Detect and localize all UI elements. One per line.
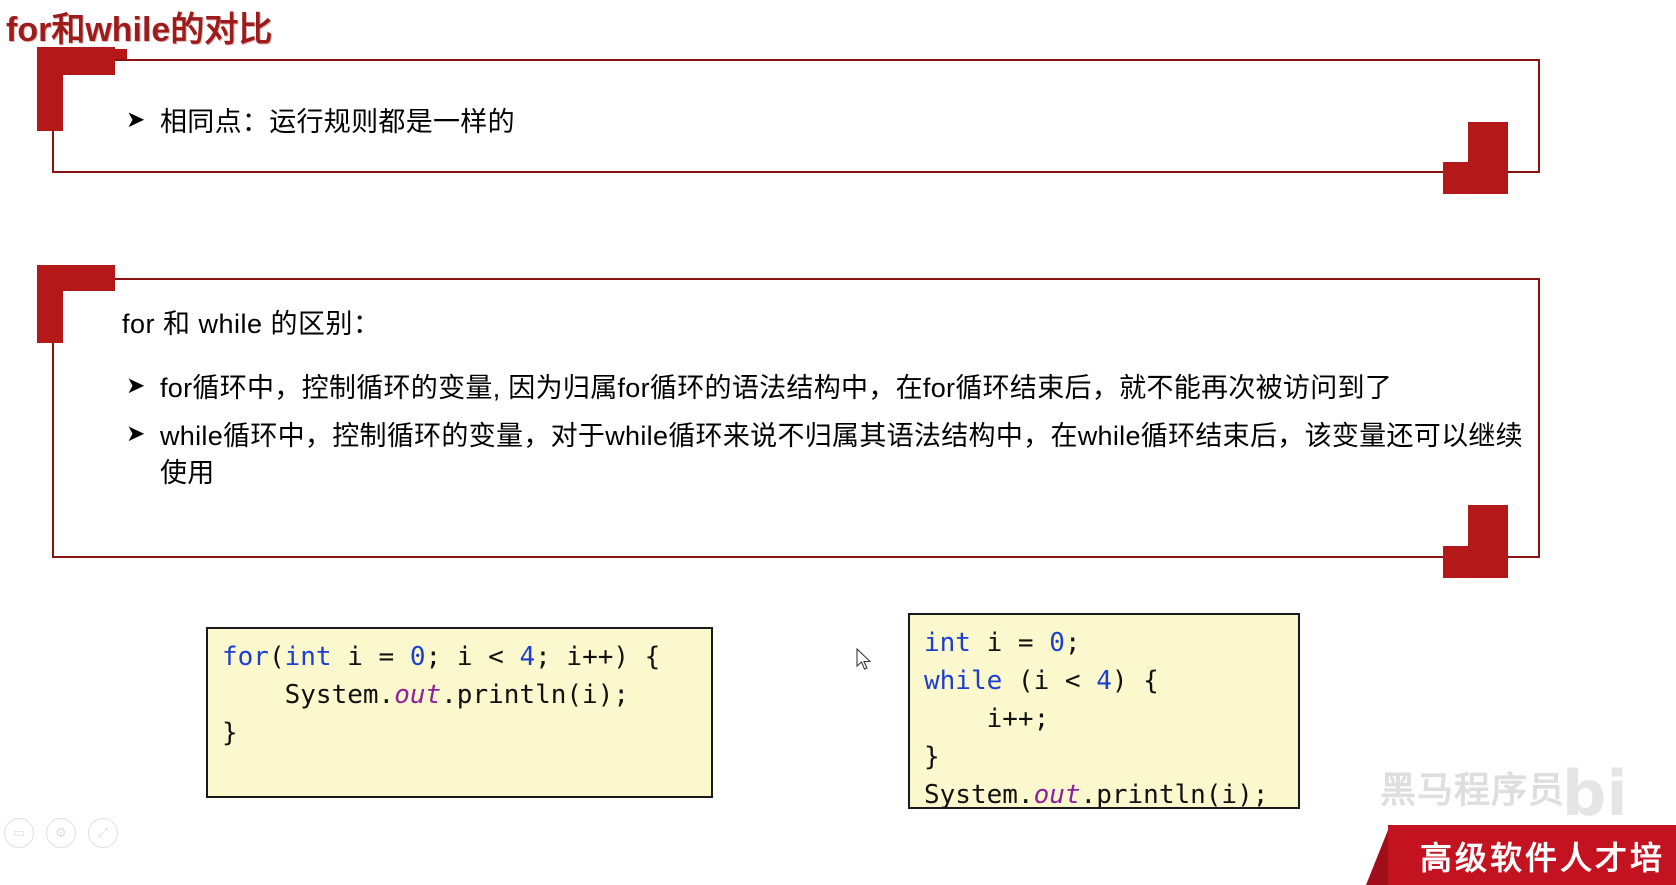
code-token: } bbox=[222, 717, 238, 748]
difference-bullet-text-for: for循环中，控制循环的变量, 因为归属for循环的语法结构中，在for循环结束… bbox=[160, 373, 1393, 403]
bullet-arrow-icon: ➤ bbox=[126, 420, 146, 447]
code-line: System.out.println(i); bbox=[924, 777, 1284, 809]
bottom-banner-text: 高级软件人才培 bbox=[1420, 840, 1666, 876]
watermark-brand-text: 黑马程序员 bbox=[1380, 769, 1566, 810]
difference-bullet-row: ➤ while循环中，控制循环的变量，对于while循环来说不归属其语法结构中，… bbox=[126, 418, 1526, 491]
player-control-bar[interactable]: ▭ ⚙ ⤢ bbox=[4, 818, 118, 848]
code-token: ; bbox=[1064, 628, 1081, 658]
differences-heading: for 和 while 的区别： bbox=[122, 309, 381, 339]
difference-bullet-row: ➤ for循环中，控制循环的变量, 因为归属for循环的语法结构中，在for循环… bbox=[126, 370, 1526, 406]
code-token: while bbox=[924, 665, 1003, 696]
code-token: (i < bbox=[1002, 665, 1097, 696]
code-token: ) { bbox=[1111, 665, 1159, 696]
page-title: for和while的对比 bbox=[6, 11, 273, 49]
code-line: i++; bbox=[924, 701, 1284, 739]
code-token: 0 bbox=[1049, 628, 1065, 658]
code-token: .println(i); bbox=[441, 679, 629, 710]
code-token: i = bbox=[970, 628, 1050, 658]
code-line: int i = 0; bbox=[924, 625, 1284, 663]
differences-bullet-list: ➤ for循环中，控制循环的变量, 因为归属for循环的语法结构中，在for循环… bbox=[126, 370, 1526, 503]
code-line: } bbox=[222, 715, 697, 753]
similarity-bullet-text: 相同点：运行规则都是一样的 bbox=[160, 107, 515, 137]
frame2-corner-top-left-vertical bbox=[37, 265, 63, 343]
banner-left-notch bbox=[1366, 825, 1390, 885]
subtitles-icon[interactable]: ▭ bbox=[4, 818, 34, 848]
code-token: out bbox=[394, 679, 442, 710]
settings-gear-icon[interactable]: ⚙ bbox=[46, 818, 76, 848]
code-token: System. bbox=[222, 679, 395, 710]
code-token: .println(i); bbox=[1080, 779, 1269, 809]
code-token: 4 bbox=[1096, 665, 1112, 696]
code-token: } bbox=[924, 741, 940, 772]
code-sample-while-loop: int i = 0; while (i < 4) { i++;} System.ou… bbox=[908, 613, 1300, 809]
code-token: int bbox=[284, 642, 332, 672]
code-token: ; i < bbox=[425, 642, 520, 672]
watermark-bilibili-logo: bi bbox=[1562, 757, 1628, 830]
code-token: ( bbox=[268, 642, 285, 672]
code-token: int bbox=[924, 628, 971, 658]
frame2-corner-bottom-right-horizontal bbox=[1443, 546, 1508, 578]
code-token: System. bbox=[924, 779, 1034, 809]
code-token: out bbox=[1033, 779, 1081, 809]
code-line: for(int i = 0; i < 4; i++) { bbox=[222, 639, 697, 677]
code-token: i = bbox=[331, 642, 410, 672]
mouse-pointer-icon bbox=[856, 648, 872, 670]
code-line: } bbox=[924, 739, 1284, 777]
code-line: System.out.println(i); bbox=[222, 677, 697, 715]
code-token: ; i++) { bbox=[535, 642, 661, 672]
code-token: i++; bbox=[924, 703, 1050, 734]
code-token: 0 bbox=[409, 642, 426, 672]
bullet-arrow-icon: ➤ bbox=[126, 372, 146, 398]
frame-corner-top-left-vertical bbox=[37, 47, 63, 131]
similarity-bullet-row: ➤ 相同点：运行规则都是一样的 bbox=[126, 104, 1326, 140]
code-token: for bbox=[222, 642, 269, 672]
code-token: 4 bbox=[519, 642, 536, 672]
code-line: while (i < 4) { bbox=[924, 663, 1284, 701]
bullet-arrow-icon: ➤ bbox=[126, 106, 146, 132]
frame-corner-bottom-right-horizontal bbox=[1443, 162, 1508, 194]
code-sample-for-loop: for(int i = 0; i < 4; i++) { System.out.… bbox=[206, 627, 713, 798]
fullscreen-icon[interactable]: ⤢ bbox=[88, 818, 118, 848]
difference-bullet-text-while: while循环中，控制循环的变量，对于while循环来说不归属其语法结构中，在w… bbox=[160, 421, 1523, 488]
